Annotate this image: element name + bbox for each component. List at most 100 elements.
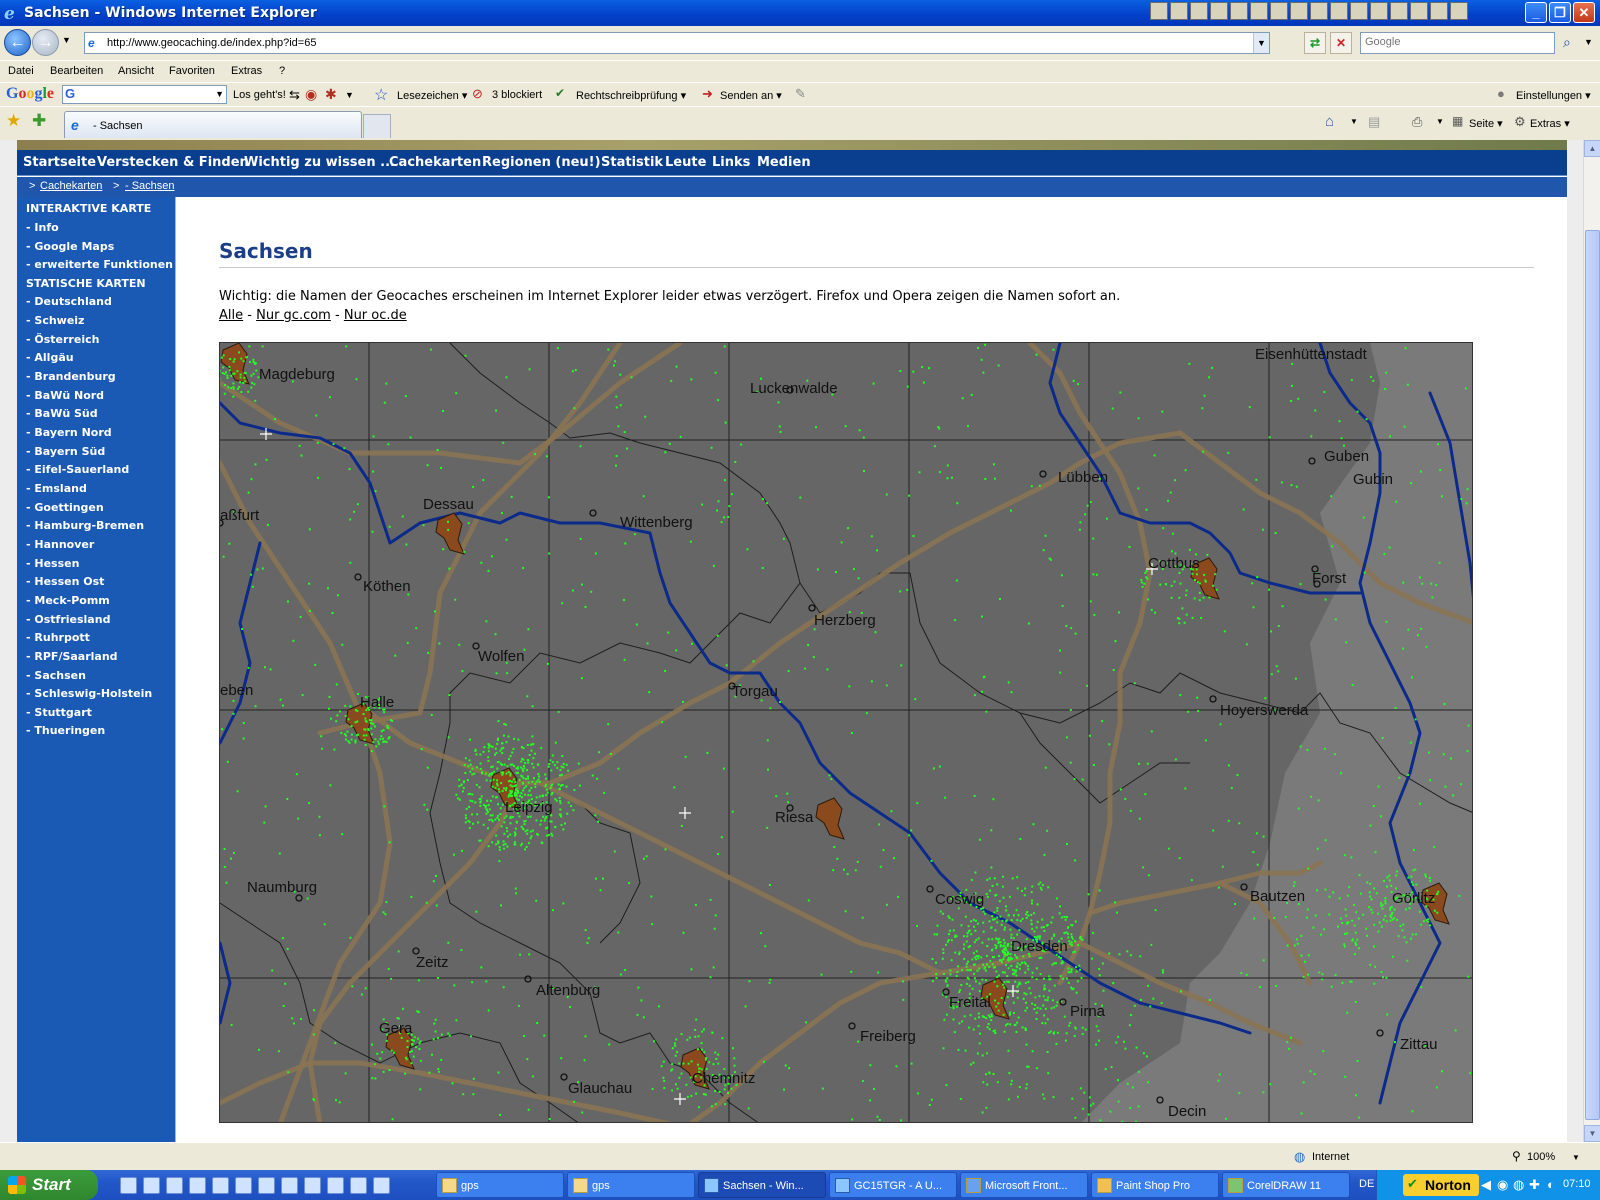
spellcheck-button[interactable]: Rechtschreibprüfung ▾: [576, 89, 686, 102]
cache-map[interactable]: Magdeburg Luckenwalde Eisenhüttenstadt Gube…: [219, 342, 1473, 1123]
task-sachsen[interactable]: Sachsen - Win...: [698, 1172, 826, 1198]
sidebar-link[interactable]: - Hannover: [26, 538, 94, 551]
quicklaunch-icon[interactable]: [258, 1177, 275, 1194]
toolbar-icon[interactable]: [1390, 2, 1408, 20]
menu-help[interactable]: ?: [279, 65, 285, 77]
sidebar-link[interactable]: - Bayern Nord: [26, 426, 112, 439]
quicklaunch-icon[interactable]: [212, 1177, 229, 1194]
tray-icon[interactable]: ◉: [1497, 1177, 1508, 1193]
sidebar-link[interactable]: - Hessen: [26, 557, 79, 570]
refresh-button[interactable]: ⇄: [1304, 32, 1326, 54]
sidebar-link[interactable]: - Allgäu: [26, 351, 74, 364]
breadcrumb-cachekarten[interactable]: Cachekarten: [40, 180, 102, 192]
quicklaunch-icon[interactable]: [143, 1177, 160, 1194]
toolbar-arrows-icon[interactable]: ⇆: [289, 87, 300, 103]
task-gps-1[interactable]: gps: [436, 1172, 564, 1198]
pagerank-icon[interactable]: ◉: [305, 86, 317, 103]
task-gc15tgr[interactable]: GC15TGR - A U...: [829, 1172, 957, 1198]
nav-verstecken-finden[interactable]: Verstecken & Finden: [97, 155, 249, 170]
scroll-up-button[interactable]: ▲: [1584, 140, 1600, 157]
tray-icon[interactable]: ✚: [1529, 1177, 1540, 1193]
menu-extras[interactable]: Extras: [231, 65, 262, 77]
toolbar-icon[interactable]: [1330, 2, 1348, 20]
tab-sachsen[interactable]: e - Sachsen: [64, 111, 362, 138]
sidebar-link[interactable]: - Thueringen: [26, 724, 105, 737]
new-tab-button[interactable]: [363, 114, 391, 138]
filter-all-link[interactable]: Alle: [219, 308, 243, 323]
toolbar-icon[interactable]: [1290, 2, 1308, 20]
quicklaunch-icon[interactable]: [120, 1177, 137, 1194]
stop-button[interactable]: ✕: [1330, 32, 1352, 54]
popup-blocked-button[interactable]: 3 blockiert: [492, 89, 542, 101]
quicklaunch-icon[interactable]: [350, 1177, 367, 1194]
map-canvas[interactable]: MagdeburgLuckenwaldeEisenhüttenstadtGube…: [220, 343, 1473, 1123]
toolbar-icon[interactable]: [1150, 2, 1168, 20]
toolbar-icon[interactable]: [1370, 2, 1388, 20]
bookmarks-button[interactable]: Lesezeichen ▾: [397, 89, 467, 102]
sidebar-link[interactable]: - Goettingen: [26, 501, 104, 514]
breadcrumb-sachsen[interactable]: - Sachsen: [125, 180, 175, 192]
sidebar-link[interactable]: - Schleswig-Holstein: [26, 687, 152, 700]
task-paintshop[interactable]: Paint Shop Pro: [1091, 1172, 1219, 1198]
sidebar-link[interactable]: - Österreich: [26, 333, 99, 346]
language-indicator[interactable]: DE: [1359, 1178, 1374, 1190]
scroll-down-button[interactable]: ▼: [1584, 1125, 1600, 1142]
quicklaunch-icon[interactable]: [166, 1177, 183, 1194]
quicklaunch-icon[interactable]: [235, 1177, 252, 1194]
history-dropdown-icon[interactable]: ▼: [62, 35, 71, 45]
sidebar-link[interactable]: - Hessen Ost: [26, 575, 104, 588]
back-button[interactable]: ←: [4, 29, 31, 56]
toolbar-icon[interactable]: [1350, 2, 1368, 20]
forward-button[interactable]: →: [32, 29, 59, 56]
nav-regionen[interactable]: Regionen (neu!): [482, 155, 601, 170]
print-dropdown-icon[interactable]: ▼: [1436, 117, 1444, 126]
zoom-level[interactable]: 100%: [1527, 1151, 1555, 1163]
task-frontpage[interactable]: Microsoft Front...: [960, 1172, 1088, 1198]
sidebar-link[interactable]: - Bayern Süd: [26, 445, 105, 458]
zoom-dropdown-icon[interactable]: ▼: [1572, 1153, 1580, 1162]
breadcrumb-cachekarten-link[interactable]: Cachekarten: [40, 180, 102, 192]
filter-oc-link[interactable]: Nur oc.de: [344, 308, 407, 323]
toolbar-icon[interactable]: [1310, 2, 1328, 20]
start-button[interactable]: Start: [0, 1170, 98, 1200]
nav-links[interactable]: Links: [712, 155, 750, 170]
task-coreldraw[interactable]: CorelDRAW 11: [1222, 1172, 1350, 1198]
sidebar-link[interactable]: - BaWü Süd: [26, 407, 98, 420]
menu-favoriten[interactable]: Favoriten: [169, 65, 215, 77]
sidebar-link[interactable]: - Meck-Pomm: [26, 594, 110, 607]
add-favorite-icon[interactable]: ✚: [32, 111, 46, 131]
address-dropdown-icon[interactable]: ▼: [1253, 33, 1269, 53]
google-search-input[interactable]: G ▼: [62, 85, 227, 104]
sidebar-link[interactable]: - Info: [26, 221, 59, 234]
nav-medien[interactable]: Medien: [757, 155, 811, 170]
toolbar-icon[interactable]: [1270, 2, 1288, 20]
nav-startseite[interactable]: Startseite: [23, 155, 96, 170]
sidebar-link[interactable]: - Emsland: [26, 482, 87, 495]
sidebar-link[interactable]: - Ruhrpott: [26, 631, 90, 644]
tray-icon[interactable]: ◍: [1513, 1177, 1524, 1193]
search-icon[interactable]: ⌕: [1563, 34, 1571, 51]
toolbar-icon[interactable]: [1450, 2, 1468, 20]
bookmark-star-icon[interactable]: ☆: [374, 85, 388, 105]
nav-cachekarten[interactable]: Cachekarten: [389, 155, 481, 170]
quicklaunch-icon[interactable]: [327, 1177, 344, 1194]
sidebar-link[interactable]: - Brandenburg: [26, 370, 116, 383]
sidebar-link[interactable]: - Eifel-Sauerland: [26, 463, 129, 476]
window-title-bar[interactable]: e Sachsen - Windows Internet Explorer _ …: [0, 0, 1600, 26]
tools-menu-button[interactable]: Extras ▾: [1530, 117, 1570, 130]
sidebar-link[interactable]: - RPF/Saarland: [26, 650, 118, 663]
sidebar-link[interactable]: - erweiterte Funktionen: [26, 258, 173, 271]
send-button[interactable]: Senden an ▾: [720, 89, 782, 102]
sidebar-link[interactable]: - BaWü Nord: [26, 389, 104, 402]
settings-button[interactable]: Einstellungen ▾: [1516, 89, 1591, 102]
nav-wichtig[interactable]: Wichtig zu wissen ...: [244, 155, 395, 170]
search-box[interactable]: [1360, 32, 1555, 54]
quicklaunch-icon[interactable]: [281, 1177, 298, 1194]
pencil-icon[interactable]: ✎: [795, 86, 806, 102]
menu-bearbeiten[interactable]: Bearbeiten: [50, 65, 103, 77]
options-icon[interactable]: ✱: [325, 86, 337, 103]
sidebar-link[interactable]: - Hamburg-Bremen: [26, 519, 144, 532]
filter-gc-link[interactable]: Nur gc.com: [256, 308, 331, 323]
google-go-button[interactable]: Los geht's!: [233, 89, 286, 101]
nav-statistik[interactable]: Statistik: [601, 155, 663, 170]
